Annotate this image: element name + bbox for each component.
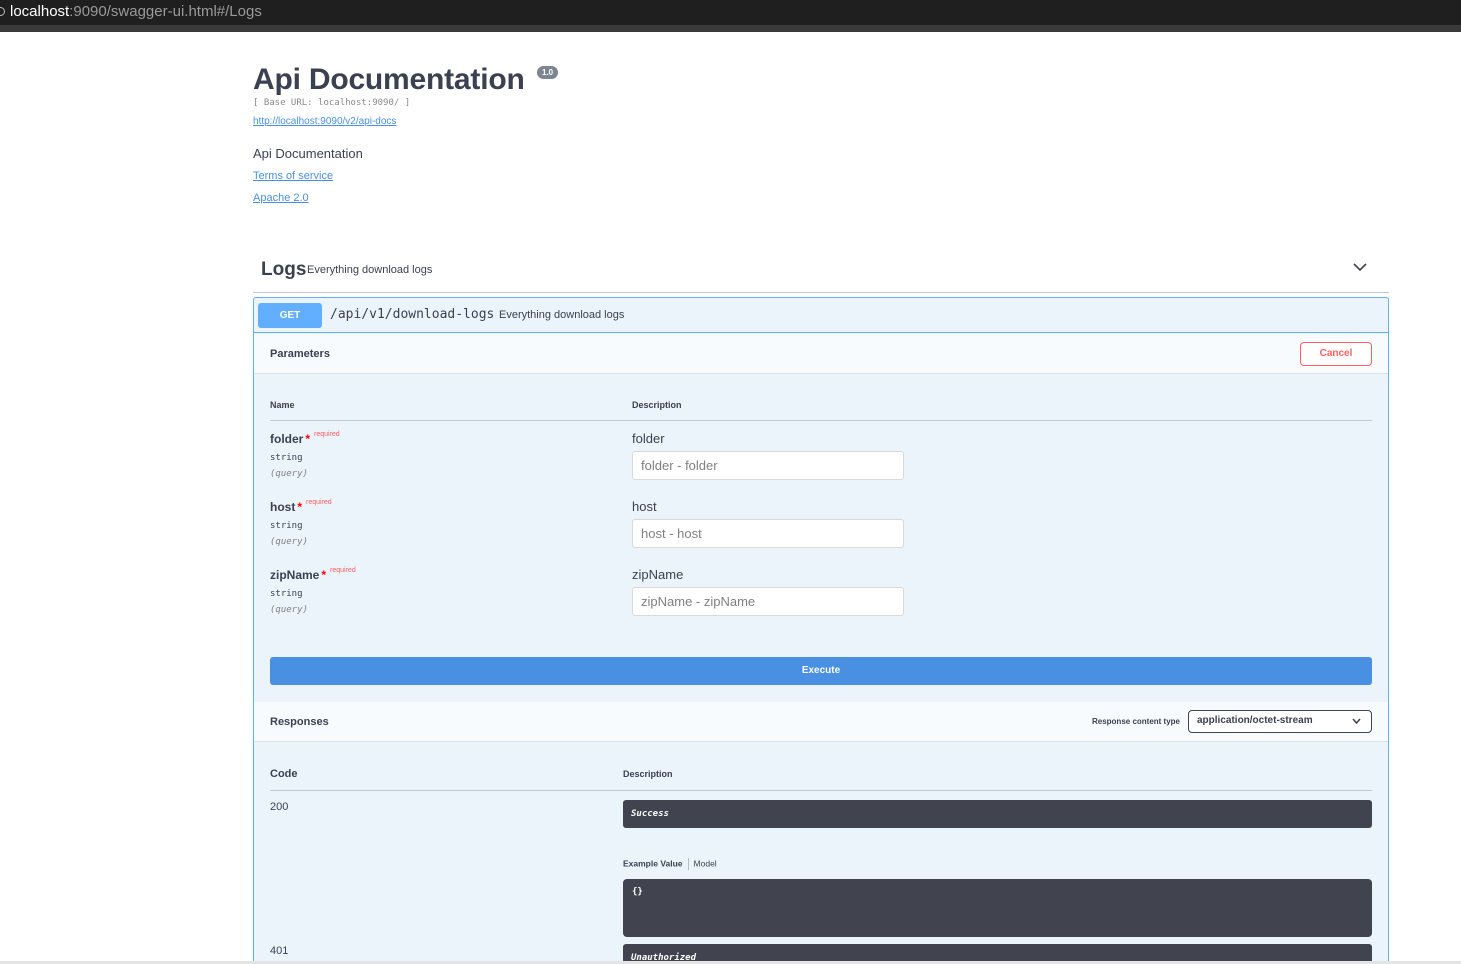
tab-separator [687, 858, 689, 870]
parameters-title: Parameters [270, 348, 330, 360]
base-url: [ Base URL: localhost:9090/ ] [253, 98, 411, 108]
model-tab[interactable]: Model [694, 858, 717, 868]
col-resp-description-header: Description [623, 769, 673, 779]
operation-summary-text: Everything download logs [499, 309, 625, 321]
api-docs-link[interactable]: http://localhost:9090/v2/api-docs [253, 116, 396, 127]
example-value-block: {} [623, 879, 1372, 937]
response-description-200: Success [623, 800, 1372, 828]
cancel-button[interactable]: Cancel [1300, 342, 1372, 366]
host-input[interactable]: host - host [632, 519, 904, 548]
param-name-folder: folder * required [270, 431, 340, 446]
param-description: zipName [632, 567, 684, 582]
col-name-header: Name [270, 400, 295, 410]
response-content-type-label: Response content type [1091, 717, 1180, 726]
tag-header-logs[interactable]: Logs Everything download logs [253, 254, 1389, 293]
chevron-down-icon [1352, 718, 1361, 724]
parameters-header: Parameters Cancel [254, 334, 1388, 374]
param-name-host: host * required [270, 499, 332, 514]
zipname-input[interactable]: zipName - zipName [632, 587, 904, 616]
col-description-header: Description [632, 400, 682, 410]
site-info-icon[interactable] [0, 7, 5, 16]
url-host: localhost [10, 3, 70, 20]
chevron-down-icon[interactable] [1353, 260, 1367, 274]
responses-title: Responses [270, 716, 329, 728]
execute-button[interactable]: Execute [270, 657, 1372, 685]
example-tabs: Example Value Model [623, 858, 717, 870]
toolbar-divider [0, 25, 1461, 32]
api-description: Api Documentation [253, 146, 363, 161]
param-type: string [270, 521, 303, 531]
response-content-type-select[interactable]: application/octet-stream [1188, 710, 1372, 733]
license-link[interactable]: Apache 2.0 [253, 192, 309, 204]
method-badge: GET [258, 303, 322, 328]
param-description: folder [632, 431, 665, 446]
param-location: (query) [270, 605, 308, 615]
param-name-zipname: zipName * required [270, 567, 356, 582]
folder-input[interactable]: folder - folder [632, 451, 904, 480]
tag-name: Logs [261, 259, 307, 280]
operation-summary[interactable]: GET /api/v1/download-logs Everything dow… [254, 298, 1388, 333]
tag-description: Everything download logs [307, 264, 433, 276]
col-code-header: Code [270, 768, 298, 780]
response-code-401: 401 [270, 945, 289, 957]
response-header-divider [270, 790, 1372, 791]
url-rest: :9090/swagger-ui.html#/Logs [69, 3, 262, 20]
param-description: host [632, 499, 657, 514]
param-location: (query) [270, 469, 308, 479]
operation-path: /api/v1/download-logs [330, 307, 495, 322]
param-header-divider [270, 420, 1372, 421]
address-bar[interactable]: localhost:9090/swagger-ui.html#/Logs [0, 0, 1461, 25]
param-location: (query) [270, 537, 308, 547]
param-type: string [270, 453, 303, 463]
version-badge: 1.0 [537, 66, 559, 79]
example-value-tab[interactable]: Example Value [623, 858, 683, 868]
response-code-200: 200 [270, 801, 289, 813]
responses-header: Responses Response content type applicat… [254, 702, 1388, 742]
api-title: Api Documentation [253, 63, 525, 96]
operation-get-download-logs: GET /api/v1/download-logs Everything dow… [253, 297, 1389, 964]
terms-of-service-link[interactable]: Terms of service [253, 170, 333, 182]
param-type: string [270, 589, 303, 599]
